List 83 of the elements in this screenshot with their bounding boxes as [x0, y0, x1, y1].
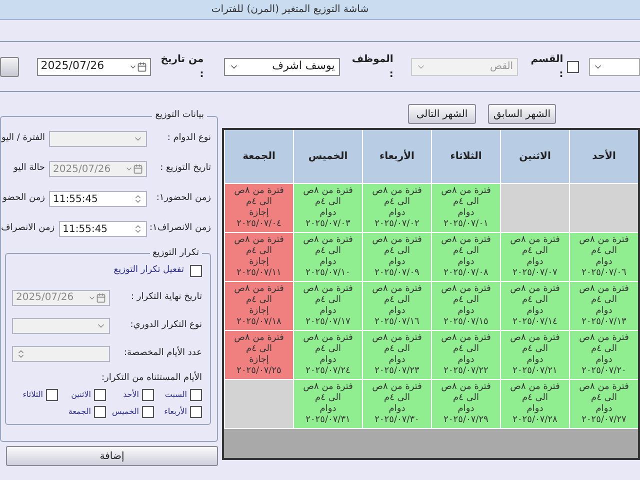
field-label: نوع الدوام : [166, 132, 211, 146]
shift-cell[interactable]: فترة من ٨ص الى ٤م دوام ٢٠٢٥/٠٧/٠٧ [500, 233, 569, 282]
employee-label: الموظف : [350, 52, 394, 82]
spin-arrows-icon [133, 224, 143, 234]
shift-cell[interactable]: فترة من ٨ص الى ٤م إجازة ٢٠٢٥/٠٧/١٨ [224, 282, 293, 331]
checkbox-label: السبت [164, 389, 187, 401]
shift-cell[interactable]: فترة من ٨ص الى ٤م دوام ٢٠٢٥/٠٧/٣١ [293, 380, 362, 429]
shift-cell[interactable]: فترة من ٨ص الى ٤م دوام ٢٠٢٥/٠٧/٢٩ [431, 380, 500, 429]
shift-cell[interactable]: فترة من ٨ص الى ٤م دوام ٢٠٢٥/٠٧/٢٢ [431, 331, 500, 380]
window-title: شاشة التوزيع المتغير (المرن) للفترات [211, 3, 369, 17]
shift-cell[interactable]: فترة من ٨ص الى ٤م دوام ٢٠٢٥/٠٧/٢٨ [500, 380, 569, 429]
shift-cell[interactable]: فترة من ٨ص الى ٤م دوام ٢٠٢٥/٠٧/٠٨ [431, 233, 500, 282]
calendar-icon [88, 292, 106, 302]
checkbox-label: الثلاثاء [22, 389, 43, 401]
shift-cell[interactable]: فترة من ٨ص الى ٤م دوام ٢٠٢٥/٠٧/٢٠ [569, 331, 638, 380]
shift-cell[interactable]: فترة من ٨ص الى ٤م دوام ٢٠٢٥/٠٧/٢٤ [293, 331, 362, 380]
field-label: حالة اليو [14, 162, 45, 176]
month-button[interactable]: الشهر التالى [408, 104, 476, 124]
checkbox[interactable] [142, 389, 154, 401]
field-label: الفترة / اليو [1, 132, 45, 146]
shift-cell[interactable]: فترة من ٨ص الى ٤م دوام ٢٠٢٥/٠٧/١٤ [500, 282, 569, 331]
checkbox[interactable] [94, 389, 106, 401]
field-label: عدد الأيام المخصصة: [123, 346, 202, 360]
column-header: الجمعة [224, 130, 293, 184]
field-label: زمن الانصراف [1, 222, 55, 236]
column-header: الثلاثاء [431, 130, 500, 184]
calendar-icon [128, 62, 147, 72]
shift-cell[interactable]: فترة من ٨ص الى ٤م إجازة ٢٠٢٥/٠٧/٢٥ [224, 331, 293, 380]
checkbox-label: الأربعاء [164, 406, 187, 418]
shift-cell[interactable]: فترة من ٨ص الى ٤م دوام ٢٠٢٥/٠٧/١٧ [293, 282, 362, 331]
checkbox[interactable] [94, 406, 106, 418]
from-date-label: من تاريخ : [160, 52, 204, 82]
shift-cell[interactable]: فترة من ٨ص الى ٤م إجازة ٢٠٢٥/٠٧/٠٤ [224, 184, 293, 233]
column-header: الأربعاء [362, 130, 431, 184]
shift-cell[interactable]: فترة من ٨ص الى ٤م دوام ٢٠٢٥/٠٧/٢١ [500, 331, 569, 380]
shift-cell[interactable]: فترة من ٨ص الى ٤م دوام ٢٠٢٥/٠٧/٠٦ [569, 233, 638, 282]
add-button[interactable]: إضافة [6, 446, 218, 466]
checkbox[interactable] [46, 389, 58, 401]
shift-cell[interactable]: فترة من ٨ص الى ٤م دوام ٢٠٢٥/٠٧/١٥ [431, 282, 500, 331]
column-header: الخميس [293, 130, 362, 184]
time-field[interactable]: 11:55:45 [58, 221, 147, 237]
shift-cell[interactable]: فترة من ٨ص الى ٤م دوام ٢٠٢٥/٠٧/١٠ [293, 233, 362, 282]
department-label: القسم : [530, 52, 564, 82]
dropdown-field[interactable] [589, 58, 640, 76]
group-title: تكرار التوزيع [150, 247, 202, 260]
shift-cell[interactable]: فترة من ٨ص الى ٤م دوام ٢٠٢٥/٠٧/٢٧ [569, 380, 638, 429]
calendar-icon [125, 164, 143, 174]
spin-arrows-icon [133, 194, 143, 204]
checkbox-label: الخميس [112, 406, 139, 418]
column-header: الأحد [569, 130, 638, 184]
checkbox-label: الاثنين [71, 389, 91, 401]
checkbox[interactable] [190, 406, 202, 418]
month-button[interactable]: الشهر السابق [488, 104, 556, 124]
field-label: زمن الحضور١: [155, 192, 211, 206]
checkbox[interactable] [190, 389, 202, 401]
shift-cell[interactable]: فترة من ٨ص الى ٤م دوام ٢٠٢٥/٠٧/١٦ [362, 282, 431, 331]
department-checkbox[interactable] [567, 60, 580, 72]
checkbox-label: الأحد [123, 389, 139, 401]
checkbox-label: تفعيل تكرار التوزيع [114, 264, 184, 277]
field-label: الأيام المستثناه من التكرار: [100, 372, 202, 384]
shift-cell[interactable]: فترة من ٨ص الى ٤م دوام ٢٠٢٥/٠٧/٠٩ [362, 233, 431, 282]
checkbox-label: الجمعة [68, 406, 91, 418]
group-title: بيانات التوزيع [152, 109, 207, 122]
employee-dropdown[interactable]: يوسف اشرف [224, 58, 340, 76]
shift-cell[interactable]: فترة من ٨ص الى ٤م دوام ٢٠٢٥/٠٧/٠٣ [293, 184, 362, 233]
field-label: تاريخ نهاية التكرار : [130, 290, 202, 304]
column-header: الاثنين [500, 130, 569, 184]
shift-cell[interactable]: فترة من ٨ص الى ٤م دوام ٢٠٢٥/٠٧/٢٣ [362, 331, 431, 380]
shift-cell[interactable]: فترة من ٨ص الى ٤م دوام ٢٠٢٥/٠٧/٠١ [431, 184, 500, 233]
shift-cell[interactable]: فترة من ٨ص الى ٤م دوام ٢٠٢٥/٠٧/١٣ [569, 282, 638, 331]
shift-cell[interactable]: فترة من ٨ص الى ٤م دوام ٢٠٢٥/٠٧/٣٠ [362, 380, 431, 429]
shift-cell[interactable]: فترة من ٨ص الى ٤م دوام ٢٠٢٥/٠٧/٠٢ [362, 184, 431, 233]
date-field[interactable]: 2025/07/26 [36, 58, 151, 76]
field-label: تاريخ التوزيع : [159, 162, 211, 176]
time-field[interactable]: 11:55:45 [49, 191, 147, 207]
toolbar-button[interactable] [0, 56, 19, 76]
checkbox[interactable] [142, 406, 154, 418]
spin-arrows-icon [16, 348, 26, 358]
shift-cell[interactable]: فترة من ٨ص الى ٤م إجازة ٢٠٢٥/٠٧/١١ [224, 233, 293, 282]
field-label: زمن الانصراف١: [148, 222, 211, 236]
field-label: زمن الحضو [2, 192, 45, 206]
checkbox[interactable] [190, 264, 202, 277]
field-label: نوع التكرار الدوري: [129, 318, 202, 332]
